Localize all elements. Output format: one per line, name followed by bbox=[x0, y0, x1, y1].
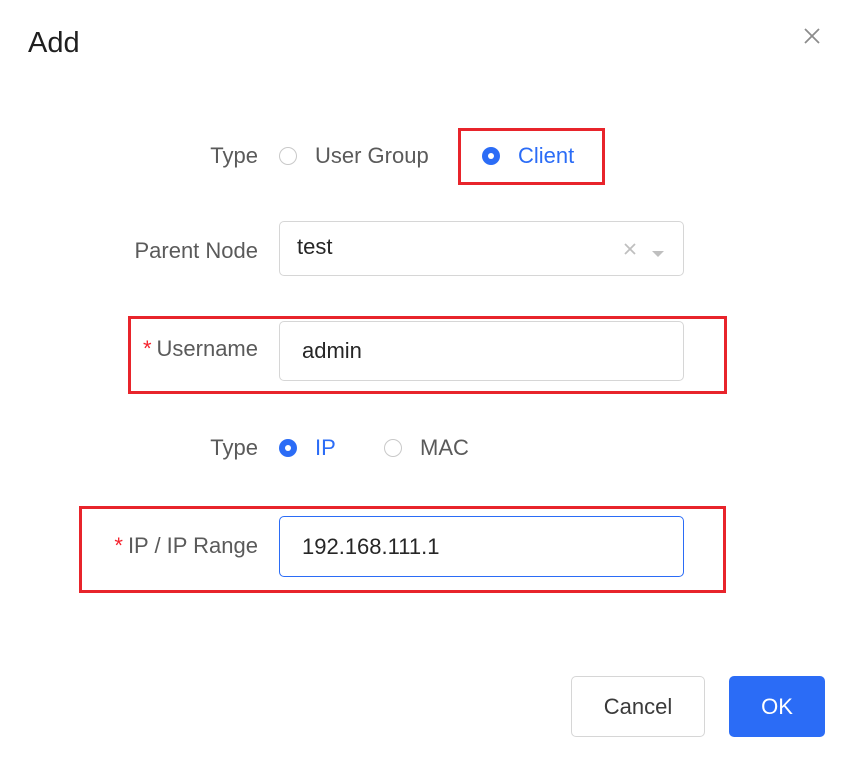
radio-user-group-circle[interactable] bbox=[279, 147, 297, 165]
required-mark: * bbox=[114, 533, 123, 558]
radio-mac-circle[interactable] bbox=[384, 439, 402, 457]
type-label: Type bbox=[210, 143, 258, 168]
add-dialog: Add Type User Group Client Parent Node t… bbox=[0, 0, 855, 766]
username-field[interactable]: admin bbox=[279, 321, 684, 381]
username-value: admin bbox=[302, 338, 362, 363]
dialog-title: Add bbox=[28, 27, 80, 59]
required-mark: * bbox=[142, 336, 152, 361]
address-type-label: Type bbox=[210, 435, 258, 460]
radio-user-group[interactable]: User Group bbox=[279, 141, 429, 171]
radio-client[interactable]: Client bbox=[482, 141, 574, 171]
ip-range-label-text: IP / IP Range bbox=[127, 533, 258, 558]
username-label-text: Username bbox=[156, 336, 258, 361]
radio-user-group-label: User Group bbox=[315, 143, 429, 168]
close-icon[interactable] bbox=[800, 24, 824, 48]
ip-range-field[interactable]: 192.168.111.1 bbox=[279, 516, 684, 577]
parent-node-select[interactable]: test bbox=[279, 221, 684, 276]
radio-ip-label: IP bbox=[315, 435, 336, 460]
username-label: * Username bbox=[143, 334, 258, 364]
clear-icon[interactable] bbox=[623, 242, 637, 256]
cancel-button[interactable]: Cancel bbox=[571, 676, 705, 737]
ip-range-value: 192.168.111.1 bbox=[302, 533, 440, 559]
chevron-down-icon[interactable] bbox=[651, 246, 665, 257]
radio-ip-circle[interactable] bbox=[279, 439, 297, 457]
ok-button[interactable]: OK bbox=[729, 676, 825, 737]
radio-mac[interactable]: MAC bbox=[384, 433, 469, 463]
parent-node-label: Parent Node bbox=[134, 238, 258, 263]
radio-mac-label: MAC bbox=[420, 435, 469, 460]
radio-client-label: Client bbox=[518, 143, 575, 168]
ip-range-label: * IP / IP Range bbox=[114, 531, 258, 561]
radio-client-circle[interactable] bbox=[482, 147, 500, 165]
radio-ip[interactable]: IP bbox=[279, 433, 336, 463]
